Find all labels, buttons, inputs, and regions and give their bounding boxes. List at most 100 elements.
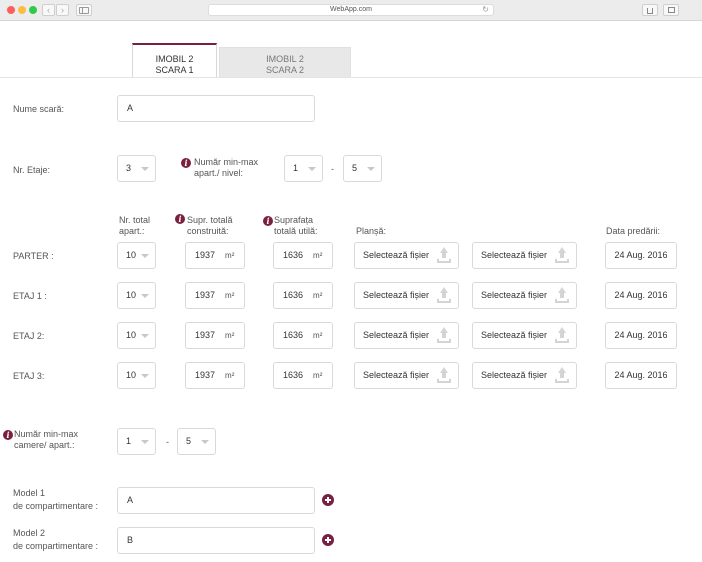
upload-icon — [555, 327, 569, 344]
select-file-label: Selectează fișier — [481, 290, 548, 300]
chevron-down-icon — [141, 440, 149, 444]
add-model-icon[interactable] — [322, 494, 334, 506]
chevron-down-icon — [141, 254, 149, 258]
model-2-label-line2: de compartimentare : — [13, 541, 99, 551]
row-total-value: 10 — [126, 250, 137, 260]
model-1-label-line2: de compartimentare : — [13, 501, 99, 511]
row-total-select[interactable]: 10 — [117, 282, 156, 309]
row-construita-input[interactable]: 1937 m² — [185, 322, 245, 349]
row-utila-value: 1636 — [283, 250, 304, 260]
tab-label-line1: IMOBIL 2 — [266, 54, 304, 64]
row-utila-value: 1636 — [283, 370, 304, 380]
unit-label: m² — [225, 291, 235, 300]
info-icon[interactable]: i — [263, 216, 273, 226]
etaje-value: 3 — [126, 163, 132, 173]
select-file-button[interactable]: Selectează fișier — [472, 282, 577, 309]
upload-icon — [555, 287, 569, 304]
date-input[interactable]: 24 Aug. 2016 — [605, 362, 677, 389]
select-file-label: Selectează fișier — [363, 290, 430, 300]
tab-label-line2: SCARA 1 — [155, 65, 194, 75]
row-utila-input[interactable]: 1636 m² — [273, 322, 333, 349]
header-total-apart: Nr. total apart.: — [119, 215, 151, 236]
tab-imobil2-scara2[interactable]: IMOBIL 2 SCARA 2 — [219, 47, 351, 78]
upload-icon — [437, 247, 451, 264]
row-utila-input[interactable]: 1636 m² — [273, 282, 333, 309]
apart-nivel-max-select[interactable]: 5 — [343, 155, 382, 182]
select-file-button[interactable]: Selectează fișier — [354, 322, 459, 349]
unit-label: m² — [313, 291, 323, 300]
info-icon[interactable]: i — [3, 430, 13, 440]
select-file-label: Selectează fișier — [481, 330, 548, 340]
row-construita-input[interactable]: 1937 m² — [185, 282, 245, 309]
address-bar[interactable]: WebApp.com ↻ — [208, 4, 494, 16]
scara-name-label: Nume scară: — [13, 104, 65, 114]
share-icon — [647, 8, 653, 14]
header-plansa: Planșă: — [356, 226, 387, 236]
model-1-label-line1: Model 1 — [13, 488, 46, 498]
etaje-select[interactable]: 3 — [117, 155, 156, 182]
chevron-down-icon — [141, 374, 149, 378]
camere-min-value: 1 — [126, 436, 132, 446]
close-window-icon[interactable] — [7, 6, 15, 14]
select-file-label: Selectează fișier — [363, 330, 430, 340]
apart-nivel-min-select[interactable]: 1 — [284, 155, 323, 182]
select-file-button[interactable]: Selectează fișier — [354, 242, 459, 269]
row-utila-value: 1636 — [283, 330, 304, 340]
upload-icon — [437, 327, 451, 344]
camere-max-value: 5 — [186, 436, 192, 446]
info-icon[interactable]: i — [175, 214, 185, 224]
tabs-icon — [667, 7, 675, 13]
sidebar-toggle-button[interactable] — [76, 4, 92, 16]
camere-max-select[interactable]: 5 — [177, 428, 216, 455]
select-file-button[interactable]: Selectează fișier — [472, 322, 577, 349]
row-construita-value: 1937 — [195, 370, 216, 380]
row-utila-input[interactable]: 1636 m² — [273, 242, 333, 269]
row-total-select[interactable]: 10 — [117, 362, 156, 389]
tab-imobil2-scara1[interactable]: IMOBIL 2 SCARA 1 — [132, 43, 217, 78]
scara-name-input[interactable]: A — [117, 95, 315, 122]
date-input[interactable]: 24 Aug. 2016 — [605, 282, 677, 309]
select-file-button[interactable]: Selectează fișier — [472, 362, 577, 389]
row-construita-value: 1937 — [195, 330, 216, 340]
back-button[interactable]: ‹ — [42, 4, 55, 16]
apart-nivel-max-value: 5 — [352, 163, 358, 173]
tab-label-line2: SCARA 2 — [265, 65, 305, 75]
minimize-window-icon[interactable] — [18, 6, 26, 14]
select-file-label: Selectează fișier — [481, 370, 548, 380]
chevron-down-icon — [141, 294, 149, 298]
range-separator: - — [166, 437, 169, 447]
select-file-button[interactable]: Selectează fișier — [354, 362, 459, 389]
chevron-down-icon — [201, 440, 209, 444]
camere-min-select[interactable]: 1 — [117, 428, 156, 455]
unit-label: m² — [313, 251, 323, 260]
header-data-predarii: Data predării: — [606, 226, 661, 236]
upload-icon — [555, 247, 569, 264]
zoom-window-icon[interactable] — [29, 6, 37, 14]
reload-icon[interactable]: ↻ — [482, 5, 489, 15]
chevron-down-icon — [141, 334, 149, 338]
row-label: PARTER : — [13, 251, 54, 261]
unit-label: m² — [313, 331, 323, 340]
date-input[interactable]: 24 Aug. 2016 — [605, 242, 677, 269]
upload-icon — [437, 287, 451, 304]
row-total-value: 10 — [126, 290, 137, 300]
show-tabs-button[interactable] — [663, 4, 679, 16]
header-supr-utila: Suprafața totală utilă: — [274, 215, 318, 236]
row-total-select[interactable]: 10 — [117, 242, 156, 269]
row-total-select[interactable]: 10 — [117, 322, 156, 349]
share-button[interactable] — [642, 4, 658, 16]
row-construita-input[interactable]: 1937 m² — [185, 362, 245, 389]
info-icon[interactable]: i — [181, 158, 191, 168]
select-file-button[interactable]: Selectează fișier — [354, 282, 459, 309]
model-2-input[interactable]: B — [117, 527, 315, 554]
row-utila-input[interactable]: 1636 m² — [273, 362, 333, 389]
select-file-label: Selectează fișier — [363, 250, 430, 260]
row-construita-input[interactable]: 1937 m² — [185, 242, 245, 269]
forward-button[interactable]: › — [56, 4, 69, 16]
model-2-label-line1: Model 2 — [13, 528, 46, 538]
model-1-input[interactable]: A — [117, 487, 315, 514]
date-input[interactable]: 24 Aug. 2016 — [605, 322, 677, 349]
add-model-icon[interactable] — [322, 534, 334, 546]
tab-label-line1: IMOBIL 2 — [155, 54, 194, 64]
select-file-button[interactable]: Selectează fișier — [472, 242, 577, 269]
